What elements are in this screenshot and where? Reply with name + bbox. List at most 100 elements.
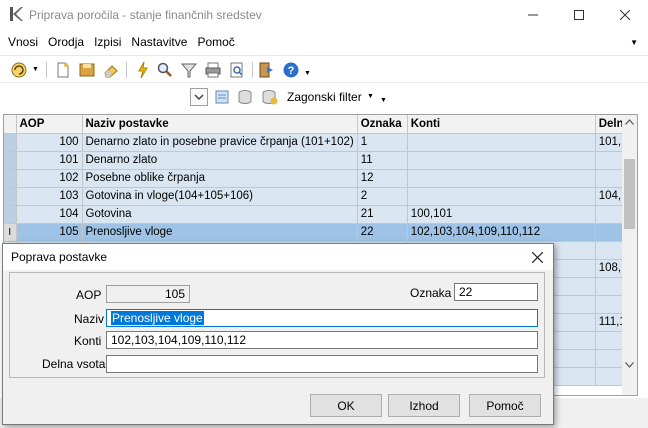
filter-icon[interactable]	[180, 61, 198, 79]
label-konti: Konti	[74, 334, 102, 348]
cell-aop[interactable]: 104	[16, 205, 83, 224]
cell-aop[interactable]: 103	[16, 187, 83, 206]
minimize-button[interactable]	[510, 0, 556, 30]
konti-field[interactable]: 102,103,104,109,110,112	[106, 331, 538, 349]
lightning-icon[interactable]	[134, 61, 152, 79]
naziv-field[interactable]: Prenosljive vloge	[106, 309, 538, 327]
ok-button[interactable]: OK	[310, 394, 382, 417]
cell-naziv[interactable]: Posebne oblike črpanja	[82, 169, 358, 188]
toolbar-separator	[46, 62, 47, 78]
maximize-button[interactable]	[556, 0, 602, 30]
scrollbar-thumb[interactable]	[624, 159, 635, 229]
table-row-selected[interactable]: I 105 Prenosljive vloge 22 102,103,104,1…	[4, 223, 635, 242]
row-edit-indicator: I	[4, 223, 17, 242]
cell-konti[interactable]	[407, 187, 596, 206]
database-add-icon[interactable]	[261, 88, 279, 106]
print-preview-icon[interactable]	[228, 61, 246, 79]
toolbar-separator	[252, 62, 253, 78]
menu-overflow-icon[interactable]: ▼	[630, 38, 638, 47]
filter-dropdown-icon[interactable]: ▼	[367, 93, 374, 100]
oznaka-field[interactable]: 22	[454, 283, 538, 301]
menu-vnosi[interactable]: Vnosi	[0, 35, 43, 49]
cell-konti[interactable]	[407, 133, 596, 152]
vertical-scrollbar[interactable]	[622, 115, 637, 395]
dialog-panel: AOP 105 Oznaka 22 Naziv Prenosljive vlog…	[9, 272, 545, 378]
cell-aop[interactable]: 105	[16, 223, 83, 242]
pomoc-button[interactable]: Pomoč	[469, 394, 541, 417]
header-naziv[interactable]: Naziv postavke	[82, 115, 358, 134]
scroll-up-icon[interactable]	[625, 119, 634, 125]
menu-pomoc[interactable]: Pomoč	[192, 35, 239, 49]
cell-konti[interactable]: 102,103,104,109,110,112	[407, 223, 596, 242]
row-indicator	[4, 169, 17, 188]
cell-konti[interactable]	[407, 169, 596, 188]
cell-naziv[interactable]: Prenosljive vloge	[82, 223, 358, 242]
toolbar-overflow-icon[interactable]: ▼	[304, 70, 311, 77]
cell-oznaka[interactable]: 2	[357, 187, 408, 206]
grid-header: AOP Naziv postavke Oznaka Konti Delna	[4, 115, 635, 134]
title-bar: Priprava poročila - stanje finančnih sre…	[0, 0, 648, 30]
toolbar-separator	[126, 62, 127, 78]
label-naziv: Naziv	[74, 312, 105, 326]
header-oznaka[interactable]: Oznaka	[357, 115, 408, 134]
cell-konti[interactable]	[407, 151, 596, 170]
konti-value: 102,103,104,109,110,112	[111, 333, 247, 347]
oznaka-value: 22	[459, 285, 473, 299]
menu-izpisi[interactable]: Izpisi	[89, 35, 126, 49]
header-aop[interactable]: AOP	[16, 115, 83, 134]
filter-new-icon[interactable]	[213, 88, 231, 106]
header-indicator	[4, 115, 17, 134]
refresh-icon[interactable]	[10, 61, 28, 79]
cell-aop[interactable]: 100	[16, 133, 83, 152]
table-row[interactable]: 100 Denarno zlato in posebne pravice črp…	[4, 133, 635, 152]
header-konti[interactable]: Konti	[407, 115, 596, 134]
aop-field: 105	[106, 285, 190, 303]
maximize-icon	[574, 10, 584, 20]
eraser-icon[interactable]	[102, 61, 120, 79]
row-indicator	[4, 205, 17, 224]
print-icon[interactable]	[204, 61, 222, 79]
toolbar: ▼ ? ▼	[0, 55, 648, 83]
dropdown-icon[interactable]	[190, 88, 208, 106]
label-oznaka: Oznaka	[410, 286, 452, 300]
filterbar-overflow-icon[interactable]: ▼	[380, 97, 387, 104]
save-icon[interactable]	[78, 61, 96, 79]
cell-oznaka[interactable]: 12	[357, 169, 408, 188]
cell-aop[interactable]: 102	[16, 169, 83, 188]
cell-oznaka[interactable]: 21	[357, 205, 408, 224]
delna-vsota-field[interactable]	[106, 355, 538, 373]
window-title: Priprava poročila - stanje finančnih sre…	[29, 8, 262, 22]
cell-oznaka[interactable]: 1	[357, 133, 408, 152]
search-icon[interactable]	[156, 61, 174, 79]
exit-icon[interactable]	[258, 61, 276, 79]
database-icon[interactable]	[237, 88, 255, 106]
close-icon	[620, 10, 630, 20]
new-document-icon[interactable]	[54, 61, 72, 79]
table-row[interactable]: 104 Gotovina 21 100,101	[4, 205, 635, 224]
izhod-button[interactable]: Izhod	[388, 394, 460, 417]
table-row[interactable]: 101 Denarno zlato 11	[4, 151, 635, 170]
cell-naziv[interactable]: Denarno zlato in posebne pravice črpanja…	[82, 133, 358, 152]
scroll-down-icon[interactable]	[625, 362, 634, 368]
menu-orodja[interactable]: Orodja	[43, 35, 89, 49]
row-indicator	[4, 151, 17, 170]
dialog-close-button[interactable]	[527, 247, 547, 267]
table-row[interactable]: 102 Posebne oblike črpanja 12	[4, 169, 635, 188]
close-window-button[interactable]	[602, 0, 648, 30]
cell-naziv[interactable]: Denarno zlato	[82, 151, 358, 170]
cell-oznaka[interactable]: 11	[357, 151, 408, 170]
svg-text:?: ?	[288, 65, 295, 77]
cell-aop[interactable]: 101	[16, 151, 83, 170]
table-row[interactable]: 103 Gotovina in vloge(104+105+106) 2 104…	[4, 187, 635, 206]
label-delna-vsota: Delna vsota	[42, 357, 106, 371]
row-indicator	[4, 133, 17, 152]
cell-naziv[interactable]: Gotovina	[82, 205, 358, 224]
menu-nastavitve[interactable]: Nastavitve	[126, 35, 192, 49]
cell-naziv[interactable]: Gotovina in vloge(104+105+106)	[82, 187, 358, 206]
minimize-icon	[528, 14, 538, 16]
cell-oznaka[interactable]: 22	[357, 223, 408, 242]
refresh-dropdown-icon[interactable]: ▼	[32, 66, 39, 73]
help-icon[interactable]: ?	[282, 61, 300, 79]
filter-label[interactable]: Zagonski filter	[287, 90, 362, 104]
cell-konti[interactable]: 100,101	[407, 205, 596, 224]
